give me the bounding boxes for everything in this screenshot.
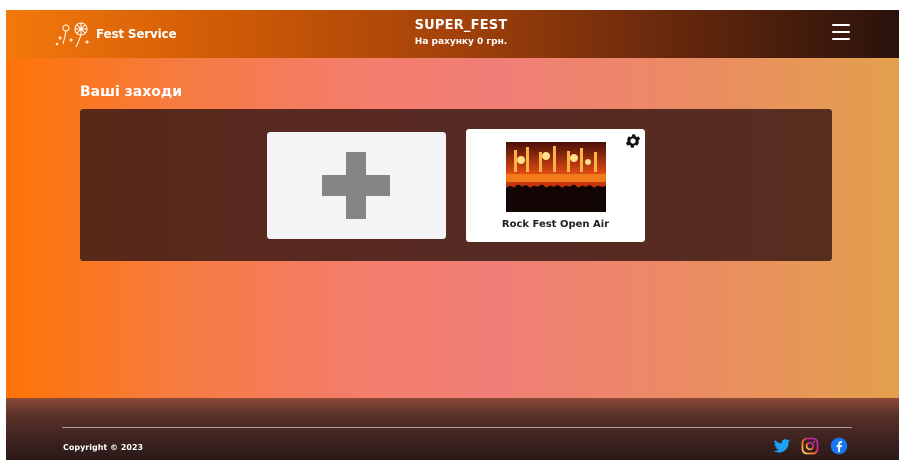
event-name: Rock Fest Open Air [501,219,610,230]
account-summary: SUPER_FEST На рахунку 0 грн. [346,18,576,47]
section-title: Ваші заходи [80,84,183,100]
footer: Copyright © 2023 [6,398,899,460]
account-balance: На рахунку 0 грн. [414,37,508,47]
app-frame: Fest Service SUPER_FEST На рахунку 0 грн… [6,10,899,460]
main-content: Ваші заходи Rock Fest Open Air [6,58,899,398]
events-panel: Rock Fest Open Air [80,109,832,261]
event-card-rock-fest[interactable]: Rock Fest Open Air [466,129,645,242]
copyright-text: Copyright © 2023 [63,443,144,452]
header: Fest Service SUPER_FEST На рахунку 0 грн… [6,10,899,58]
twitter-icon[interactable] [773,437,791,455]
footer-divider [62,427,852,428]
plus-icon [322,152,390,219]
logo-text: Fest Service [96,27,177,41]
hamburger-menu-icon[interactable] [832,24,850,40]
event-image [506,142,606,212]
instagram-icon[interactable] [801,437,819,455]
add-event-button[interactable] [267,132,446,239]
account-name: SUPER_FEST [414,18,508,33]
dandelion-logo-icon [55,22,89,48]
gear-icon[interactable] [624,132,642,150]
facebook-icon[interactable] [830,437,848,455]
logo[interactable]: Fest Service [54,20,177,48]
